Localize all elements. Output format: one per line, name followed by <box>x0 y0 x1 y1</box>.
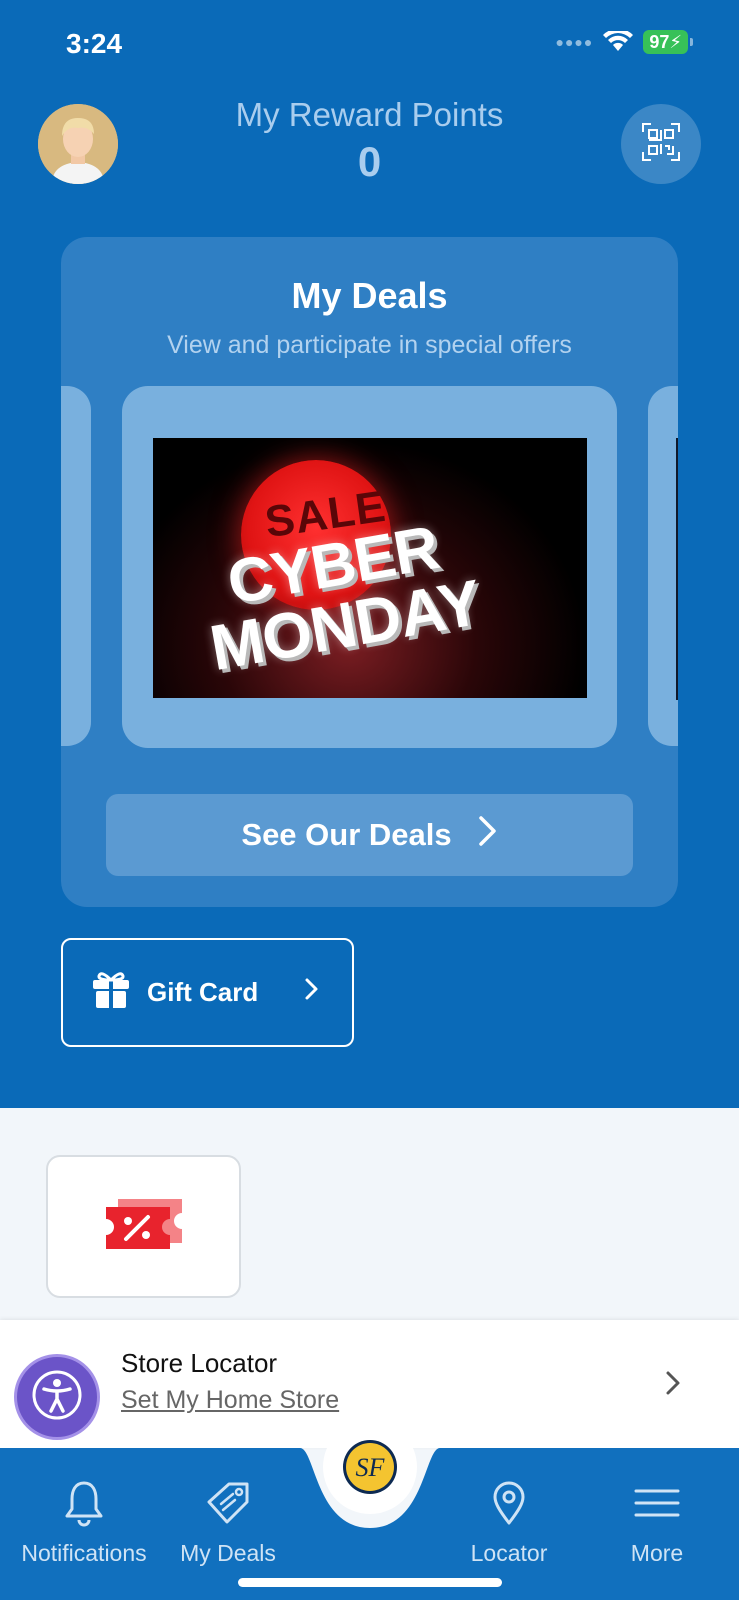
qr-code-icon <box>641 122 681 167</box>
qr-code-button[interactable] <box>621 104 701 184</box>
nav-more[interactable]: More <box>582 1478 732 1567</box>
battery-icon: 97⚡ <box>643 30 693 54</box>
location-pin-icon <box>434 1478 584 1528</box>
home-indicator <box>238 1578 502 1587</box>
gift-card-button[interactable]: Gift Card <box>61 938 354 1047</box>
gift-card-label: Gift Card <box>147 977 259 1007</box>
coupon-icon <box>104 1195 184 1258</box>
set-home-store-link[interactable]: Set My Home Store <box>121 1386 339 1415</box>
menu-icon <box>582 1478 732 1528</box>
see-our-deals-label: See Our Deals <box>241 817 452 852</box>
sf-logo: SF <box>343 1440 397 1494</box>
tag-icon <box>153 1478 303 1528</box>
deals-panel: My Deals View and participate in special… <box>61 237 678 907</box>
home-logo-button[interactable]: SF <box>323 1420 417 1514</box>
battery-level: 97⚡ <box>643 30 688 54</box>
nav-locator[interactable]: Locator <box>434 1478 584 1567</box>
status-icons: ●●●● 97⚡ <box>555 30 693 54</box>
accessibility-button[interactable] <box>14 1354 100 1440</box>
accessibility-icon <box>31 1369 83 1426</box>
deal-card[interactable]: SALE CYBER MONDAY <box>122 386 617 748</box>
deals-subtitle: View and participate in special offers <box>167 331 572 359</box>
bottom-nav: SF Notifications My Deals Locator More <box>0 1420 739 1600</box>
chevron-right-icon <box>665 1370 681 1401</box>
chevron-right-icon <box>478 815 498 855</box>
nav-label: My Deals <box>180 1540 276 1566</box>
see-our-deals-button[interactable]: See Our Deals <box>106 794 633 876</box>
cellular-icon: ●●●● <box>555 34 594 50</box>
chevron-right-icon <box>304 977 320 1008</box>
nav-my-deals[interactable]: My Deals <box>153 1478 303 1567</box>
deals-title: My Deals <box>291 275 448 316</box>
nav-label: Locator <box>470 1540 548 1566</box>
deal-card-previous[interactable] <box>61 386 91 746</box>
store-locator-title: Store Locator <box>121 1348 278 1378</box>
wifi-icon <box>603 31 634 53</box>
coupons-tile[interactable] <box>46 1155 241 1298</box>
nav-notifications[interactable]: Notifications <box>9 1478 159 1567</box>
status-time: 3:24 <box>66 28 123 59</box>
deal-image: SALE CYBER MONDAY <box>153 438 587 698</box>
svg-text:SF: SF <box>356 1453 386 1482</box>
deal-card-next[interactable] <box>648 386 678 746</box>
bell-icon <box>9 1478 159 1528</box>
nav-label: Notifications <box>21 1540 147 1566</box>
nav-label: More <box>630 1540 684 1566</box>
gift-icon <box>91 968 131 1017</box>
